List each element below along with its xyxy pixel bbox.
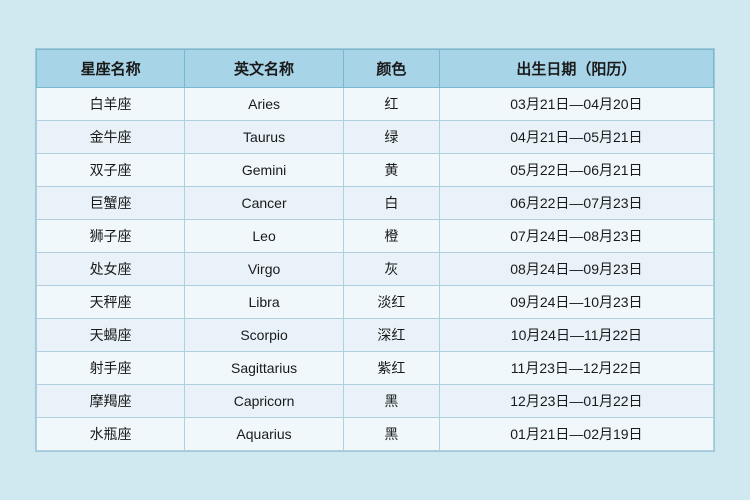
zodiac-table-container: 星座名称 英文名称 颜色 出生日期（阳历） 白羊座Aries红03月21日—04… <box>35 48 715 452</box>
cell-chinese-name: 狮子座 <box>37 220 185 253</box>
cell-dates: 04月21日—05月21日 <box>439 121 713 154</box>
cell-color: 绿 <box>343 121 439 154</box>
cell-dates: 10月24日—11月22日 <box>439 319 713 352</box>
cell-dates: 03月21日—04月20日 <box>439 88 713 121</box>
cell-color: 橙 <box>343 220 439 253</box>
cell-dates: 12月23日—01月22日 <box>439 385 713 418</box>
cell-chinese-name: 处女座 <box>37 253 185 286</box>
table-row: 射手座Sagittarius紫红11月23日—12月22日 <box>37 352 714 385</box>
cell-color: 淡红 <box>343 286 439 319</box>
cell-color: 深红 <box>343 319 439 352</box>
cell-color: 灰 <box>343 253 439 286</box>
cell-color: 红 <box>343 88 439 121</box>
cell-english-name: Aquarius <box>185 418 344 451</box>
header-birth-date: 出生日期（阳历） <box>439 50 713 88</box>
cell-english-name: Gemini <box>185 154 344 187</box>
cell-color: 紫红 <box>343 352 439 385</box>
cell-chinese-name: 天秤座 <box>37 286 185 319</box>
cell-dates: 08月24日—09月23日 <box>439 253 713 286</box>
cell-english-name: Sagittarius <box>185 352 344 385</box>
cell-color: 黄 <box>343 154 439 187</box>
table-row: 天蝎座Scorpio深红10月24日—11月22日 <box>37 319 714 352</box>
cell-dates: 06月22日—07月23日 <box>439 187 713 220</box>
header-chinese-name: 星座名称 <box>37 50 185 88</box>
cell-chinese-name: 水瓶座 <box>37 418 185 451</box>
table-header-row: 星座名称 英文名称 颜色 出生日期（阳历） <box>37 50 714 88</box>
cell-dates: 05月22日—06月21日 <box>439 154 713 187</box>
cell-english-name: Cancer <box>185 187 344 220</box>
cell-chinese-name: 双子座 <box>37 154 185 187</box>
cell-english-name: Virgo <box>185 253 344 286</box>
cell-dates: 01月21日—02月19日 <box>439 418 713 451</box>
table-row: 天秤座Libra淡红09月24日—10月23日 <box>37 286 714 319</box>
cell-chinese-name: 天蝎座 <box>37 319 185 352</box>
cell-english-name: Leo <box>185 220 344 253</box>
header-color: 颜色 <box>343 50 439 88</box>
table-row: 狮子座Leo橙07月24日—08月23日 <box>37 220 714 253</box>
zodiac-table: 星座名称 英文名称 颜色 出生日期（阳历） 白羊座Aries红03月21日—04… <box>36 49 714 451</box>
cell-dates: 07月24日—08月23日 <box>439 220 713 253</box>
cell-english-name: Scorpio <box>185 319 344 352</box>
cell-chinese-name: 巨蟹座 <box>37 187 185 220</box>
header-english-name: 英文名称 <box>185 50 344 88</box>
cell-english-name: Libra <box>185 286 344 319</box>
table-row: 处女座Virgo灰08月24日—09月23日 <box>37 253 714 286</box>
table-row: 白羊座Aries红03月21日—04月20日 <box>37 88 714 121</box>
table-row: 巨蟹座Cancer白06月22日—07月23日 <box>37 187 714 220</box>
table-row: 水瓶座Aquarius黑01月21日—02月19日 <box>37 418 714 451</box>
cell-english-name: Aries <box>185 88 344 121</box>
cell-chinese-name: 摩羯座 <box>37 385 185 418</box>
cell-chinese-name: 白羊座 <box>37 88 185 121</box>
cell-chinese-name: 射手座 <box>37 352 185 385</box>
table-row: 金牛座Taurus绿04月21日—05月21日 <box>37 121 714 154</box>
cell-dates: 11月23日—12月22日 <box>439 352 713 385</box>
cell-color: 黑 <box>343 418 439 451</box>
table-row: 摩羯座Capricorn黑12月23日—01月22日 <box>37 385 714 418</box>
table-body: 白羊座Aries红03月21日—04月20日金牛座Taurus绿04月21日—0… <box>37 88 714 451</box>
cell-dates: 09月24日—10月23日 <box>439 286 713 319</box>
cell-english-name: Capricorn <box>185 385 344 418</box>
table-row: 双子座Gemini黄05月22日—06月21日 <box>37 154 714 187</box>
cell-color: 白 <box>343 187 439 220</box>
cell-chinese-name: 金牛座 <box>37 121 185 154</box>
cell-english-name: Taurus <box>185 121 344 154</box>
cell-color: 黑 <box>343 385 439 418</box>
